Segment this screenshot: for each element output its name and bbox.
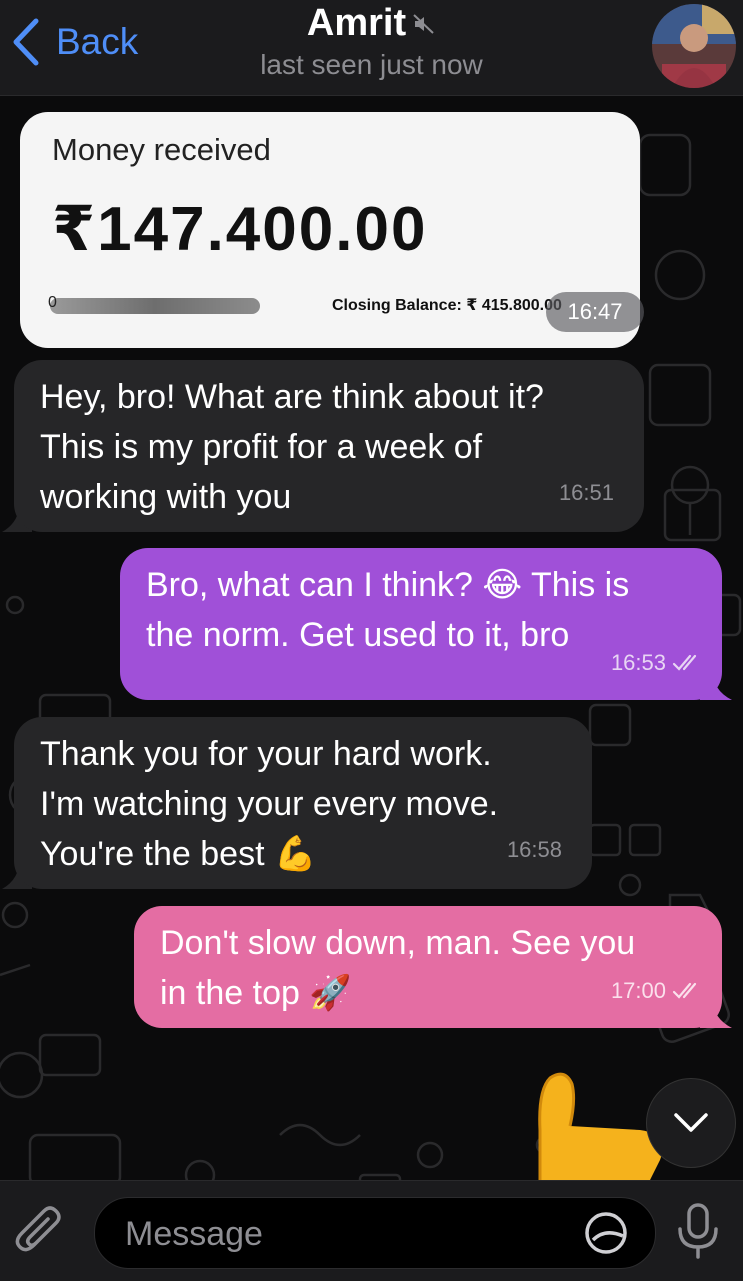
outgoing-message[interactable]: Bro, what can I think? 😂 This is the nor… (120, 548, 722, 700)
scroll-to-bottom-button[interactable] (646, 1078, 736, 1168)
contact-info[interactable]: Amrit last seen just now (0, 2, 743, 81)
last-seen-status: last seen just now (260, 49, 483, 80)
redacted-account: 0 (48, 294, 260, 314)
contact-name: Amrit (306, 2, 407, 44)
incoming-message[interactable]: Thank you for your hard work. I'm watchi… (14, 717, 592, 889)
message-line: You're the best 💪 (40, 835, 317, 873)
sticker-icon[interactable] (583, 1210, 629, 1256)
chevron-down-icon (674, 1113, 708, 1132)
double-check-icon (672, 982, 697, 999)
message-line: I'm watching your every move. (40, 785, 499, 823)
message-time: 16:53 (610, 650, 666, 675)
message-line: Hey, bro! What are think about it? (40, 378, 544, 416)
message-input[interactable] (123, 1198, 567, 1270)
double-check-icon (672, 654, 697, 671)
message-line: Don't slow down, man. See you (160, 924, 636, 962)
account-prefix: 0 (48, 294, 57, 311)
speaker-muted-icon (413, 13, 434, 34)
message-time: 16:51 (558, 480, 614, 505)
message-line: This is my profit for a week of (40, 428, 483, 466)
avatar-photo (652, 4, 736, 88)
outgoing-message[interactable]: Don't slow down, man. See you in the top… (134, 906, 722, 1028)
incoming-message[interactable]: Hey, bro! What are think about it? This … (14, 360, 644, 532)
closing-balance: Closing Balance: ₹ 415.800.00 (332, 297, 562, 314)
message-line: working with you (40, 478, 292, 516)
message-time: 16:47 (546, 292, 644, 332)
message-line: Bro, what can I think? 😂 This is (146, 566, 630, 604)
chat-header: Back Amrit last seen just now (0, 0, 743, 96)
message-line: Thank you for your hard work. (40, 735, 492, 773)
microphone-icon[interactable] (674, 1201, 722, 1261)
money-received-card[interactable]: Money received ₹147.400.00 0 Closing Bal… (20, 112, 644, 348)
message-composer (0, 1180, 743, 1281)
message-input-container (94, 1197, 656, 1270)
money-received-label: Money received (52, 132, 271, 167)
message-meta: 17:00 (611, 966, 702, 1016)
message-meta: 16:53 (611, 638, 702, 688)
avatar[interactable] (652, 4, 736, 88)
paperclip-icon[interactable] (14, 1203, 66, 1259)
message-time: 17:00 (610, 978, 666, 1003)
money-amount: ₹147.400.00 (52, 195, 428, 264)
message-time: 16:58 (506, 837, 562, 862)
